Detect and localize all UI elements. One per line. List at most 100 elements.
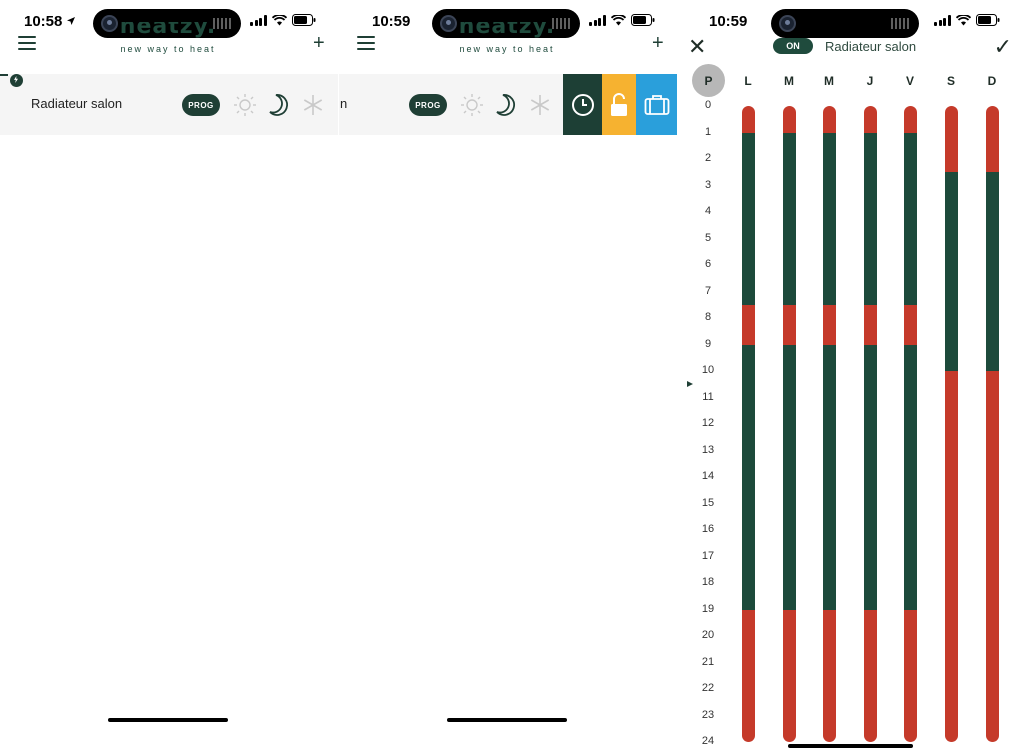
current-time-marker [687,380,693,387]
prog-mode-button[interactable]: PROG [182,94,220,116]
eco-segment[interactable] [782,132,796,305]
add-device-icon[interactable]: + [652,32,664,55]
comfort-segment[interactable] [903,609,917,742]
day-label[interactable]: D [982,74,1002,88]
comfort-segment[interactable] [741,304,755,345]
eco-segment[interactable] [863,344,877,610]
hour-label: 1 [704,125,712,138]
home-indicator[interactable] [447,718,567,722]
schedule-title: Radiateur salon [825,39,917,54]
clock-icon [571,93,594,116]
hour-label: 15 [701,496,715,509]
hour-label: 24 [701,735,715,747]
on-toggle[interactable]: ON [773,38,813,54]
day-label[interactable]: S [941,74,961,88]
comfort-segment[interactable] [782,304,796,345]
eco-segment[interactable] [822,132,836,305]
sun-icon[interactable] [232,92,258,118]
home-indicator[interactable] [788,744,913,748]
comfort-segment[interactable] [903,304,917,345]
hour-label: 22 [701,682,715,694]
battery-icon [630,14,654,26]
hour-label: 18 [701,576,715,588]
menu-icon[interactable] [18,36,36,50]
comfort-segment[interactable] [741,609,755,742]
comfort-segment[interactable] [863,106,877,133]
eco-segment[interactable] [741,132,755,305]
comfort-segment[interactable] [985,371,999,742]
day-schedule-bar[interactable] [822,106,836,742]
hour-label: 10 [701,364,715,376]
add-device-icon[interactable]: + [313,32,325,55]
hour-label: 13 [701,443,715,456]
hour-label: 4 [704,205,712,217]
day-label[interactable]: M [819,74,839,88]
snowflake-icon[interactable] [300,92,326,118]
hour-label: 12 [701,417,715,429]
comfort-segment[interactable] [782,609,796,742]
eco-segment[interactable] [822,344,836,610]
eco-segment[interactable] [944,172,958,371]
day-schedule-bar[interactable] [985,106,999,742]
eco-segment[interactable] [863,132,877,305]
suitcase-icon [644,94,669,115]
eco-segment[interactable] [782,344,796,610]
unlock-action-button[interactable] [602,74,636,135]
day-label[interactable]: L [738,74,758,88]
day-schedule-bar[interactable] [944,106,958,742]
device-row[interactable]: Radiateur salon PROG [0,74,338,135]
day-label[interactable]: M [779,74,799,88]
comfort-segment[interactable] [822,609,836,742]
hour-label: 3 [704,178,712,191]
hour-label: 7 [704,284,712,297]
comfort-segment[interactable] [985,106,999,173]
snowflake-icon[interactable] [527,92,553,118]
eco-segment[interactable] [741,344,755,610]
comfort-segment[interactable] [782,106,796,133]
logo-tagline: new way to heat [459,44,555,54]
day-schedule-bar[interactable] [903,106,917,742]
eco-segment[interactable] [903,344,917,610]
hour-label: 19 [701,602,715,615]
wifi-icon [271,14,287,25]
close-icon[interactable]: ✕ [688,36,706,58]
hour-label: 5 [704,231,712,244]
program-button[interactable]: P [692,64,725,97]
check-icon[interactable]: ✓ [994,34,1012,60]
clock-action-button[interactable] [563,74,602,135]
comfort-segment[interactable] [944,371,958,742]
comfort-segment[interactable] [944,106,958,173]
signal-icon [250,14,267,26]
day-label[interactable]: J [860,74,880,88]
comfort-segment[interactable] [741,106,755,133]
comfort-segment[interactable] [863,304,877,345]
vacation-action-button[interactable] [636,74,677,135]
menu-icon[interactable] [357,36,375,50]
hour-label: 14 [701,470,715,482]
device-row[interactable]: n PROG [339,74,563,135]
device-list-screen: 10:58 heatzy. new way to heat + Radiateu… [0,0,338,756]
comfort-segment[interactable] [822,304,836,345]
moon-icon[interactable] [265,92,291,118]
status-time: 10:59 [372,13,411,30]
day-schedule-bar[interactable] [782,106,796,742]
heatzy-logo: heatzy. new way to heat [447,22,567,54]
comfort-segment[interactable] [863,609,877,742]
comfort-segment[interactable] [822,106,836,133]
battery-icon [291,14,315,26]
sun-icon[interactable] [459,92,485,118]
status-icons [250,14,316,26]
day-schedule-bar[interactable] [863,106,877,742]
day-label[interactable]: V [900,74,920,88]
moon-icon[interactable] [492,92,518,118]
comfort-segment[interactable] [903,106,917,133]
status-time: 10:58 [24,13,76,30]
plug-status-icon [0,74,23,87]
day-schedule-bar[interactable] [741,106,755,742]
device-list-swiped-screen: 10:59 heatzy. new way to heat + n PROG [339,0,677,756]
eco-segment[interactable] [903,132,917,305]
status-time: 10:59 [709,13,748,30]
prog-mode-button[interactable]: PROG [409,94,447,116]
eco-segment[interactable] [985,172,999,371]
home-indicator[interactable] [108,718,228,722]
